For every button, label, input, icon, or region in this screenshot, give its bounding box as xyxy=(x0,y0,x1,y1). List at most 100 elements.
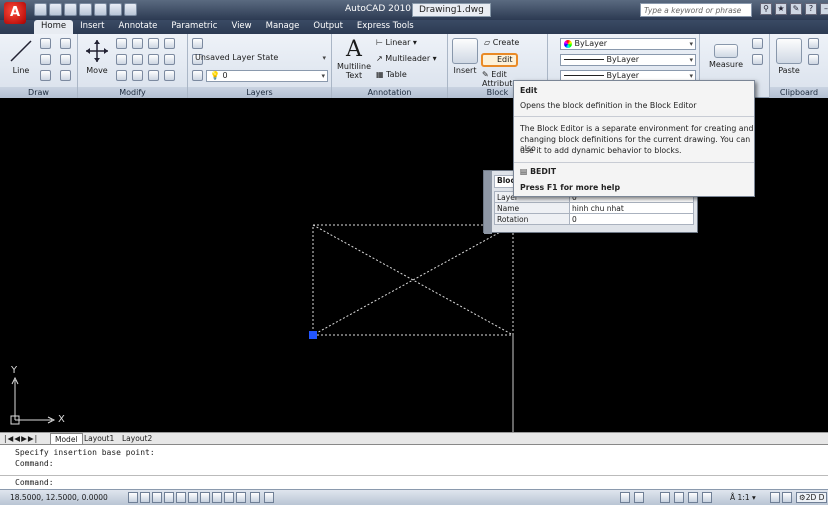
tab-navigation-icons[interactable]: |◀◀▶▶| xyxy=(4,434,38,443)
osnap-icon[interactable] xyxy=(176,492,186,503)
array-icon[interactable] xyxy=(132,70,143,81)
copy-clip-icon[interactable] xyxy=(808,54,819,65)
layer-combo[interactable]: 💡 0 ▾ xyxy=(206,70,328,82)
pan-icon[interactable] xyxy=(660,492,670,503)
measure-button[interactable]: Measure xyxy=(706,38,746,69)
fillet-icon[interactable] xyxy=(132,54,143,65)
layout-icon[interactable] xyxy=(264,492,274,503)
scale-icon[interactable] xyxy=(164,54,175,65)
application-menu-button[interactable]: A xyxy=(4,2,26,24)
model-icon[interactable] xyxy=(250,492,260,503)
dyn-icon[interactable] xyxy=(212,492,222,503)
explode-icon[interactable] xyxy=(164,70,175,81)
extend-icon[interactable] xyxy=(164,38,175,49)
trim-icon[interactable] xyxy=(148,38,159,49)
tab-annotate[interactable]: Annotate xyxy=(112,20,165,34)
snap-icon[interactable] xyxy=(128,492,138,503)
qat-dropdown-icon[interactable] xyxy=(124,3,137,16)
color-combo[interactable]: ByLayer ▾ xyxy=(560,38,696,50)
tab-parametric[interactable]: Parametric xyxy=(164,20,224,34)
tab-layout2[interactable]: Layout2 xyxy=(122,434,152,443)
showmotion-icon[interactable] xyxy=(702,492,712,503)
tools-icon[interactable]: ✎ xyxy=(790,3,802,15)
binoculars-icon[interactable]: ⚲ xyxy=(760,3,772,15)
paste-button[interactable]: Paste xyxy=(774,38,804,75)
annotation-visibility-icon[interactable] xyxy=(770,492,780,503)
redo-icon[interactable] xyxy=(94,3,107,16)
polyline-icon[interactable] xyxy=(40,38,51,49)
stretch-icon[interactable] xyxy=(148,54,159,65)
auto-scale-icon[interactable] xyxy=(782,492,792,503)
grid-icon[interactable] xyxy=(140,492,150,503)
layer-properties-icon[interactable] xyxy=(192,38,203,49)
mirror-icon[interactable] xyxy=(116,54,127,65)
layer-state-combo[interactable]: Unsaved Layer State ▾ xyxy=(190,53,328,65)
subscription-icon[interactable]: ★ xyxy=(775,3,787,15)
property-value[interactable]: 0 xyxy=(569,213,694,225)
tab-layout1[interactable]: Layout1 xyxy=(84,434,114,443)
zoom-icon[interactable] xyxy=(674,492,684,503)
arc-icon[interactable] xyxy=(60,38,71,49)
workspace-switch[interactable]: ⚙2D D xyxy=(796,492,828,503)
property-value[interactable]: hinh chu nhat xyxy=(569,202,694,214)
steeringwheel-icon[interactable] xyxy=(688,492,698,503)
block-reference[interactable] xyxy=(312,224,514,336)
new-icon[interactable] xyxy=(34,3,47,16)
ortho-icon[interactable] xyxy=(152,492,162,503)
edit-block-button[interactable]: Edit xyxy=(481,53,518,67)
ellipse-icon[interactable] xyxy=(40,70,51,81)
rotate-icon[interactable] xyxy=(132,38,143,49)
quick-view-icon[interactable] xyxy=(634,492,644,503)
circle-icon[interactable] xyxy=(40,54,51,65)
tab-output[interactable]: Output xyxy=(306,20,350,34)
minimize-icon[interactable]: – xyxy=(820,3,828,15)
multileader-button[interactable]: ↗ Multileader ▾ xyxy=(376,54,437,63)
lineweight-icon[interactable] xyxy=(224,492,234,503)
move-button[interactable]: Move xyxy=(82,38,112,75)
command-prompt[interactable]: Command: xyxy=(15,478,54,487)
open-icon[interactable] xyxy=(49,3,62,16)
cut-icon[interactable] xyxy=(808,38,819,49)
hatch-icon[interactable] xyxy=(60,70,71,81)
layer-freeze-icon[interactable] xyxy=(192,70,203,81)
create-block-button[interactable]: ▱ Create xyxy=(484,38,519,47)
clipboard-panel-label[interactable]: Clipboard xyxy=(770,87,828,98)
tab-express-tools[interactable]: Express Tools xyxy=(350,20,421,34)
insertion-grip[interactable] xyxy=(309,331,317,339)
coordinates-readout[interactable]: 18.5000, 12.5000, 0.0000 xyxy=(10,493,108,502)
insert-block-icon xyxy=(452,38,478,64)
calculator-icon[interactable] xyxy=(752,54,763,65)
command-window[interactable]: Specify insertion base point: Command: C… xyxy=(0,444,828,489)
annotation-scale[interactable]: Å 1:1 ▾ xyxy=(730,493,756,502)
line-button[interactable]: Line xyxy=(6,38,36,75)
tab-insert[interactable]: Insert xyxy=(73,20,111,34)
otrack-icon[interactable] xyxy=(188,492,198,503)
palette-grip[interactable] xyxy=(484,171,492,234)
tab-view[interactable]: View xyxy=(224,20,258,34)
quick-select-icon[interactable] xyxy=(752,38,763,49)
table-button[interactable]: ▦ Table xyxy=(376,70,407,79)
insert-button[interactable]: Insert xyxy=(450,38,480,75)
plot-icon[interactable] xyxy=(109,3,122,16)
polar-icon[interactable] xyxy=(164,492,174,503)
ducs-icon[interactable] xyxy=(200,492,210,503)
offset-icon[interactable] xyxy=(148,70,159,81)
modify-panel-label[interactable]: Modify xyxy=(78,87,187,98)
erase-icon[interactable] xyxy=(116,70,127,81)
linear-dimension-button[interactable]: ⊢ Linear ▾ xyxy=(376,38,417,47)
search-input[interactable]: Type a keyword or phrase xyxy=(640,3,752,17)
undo-icon[interactable] xyxy=(79,3,92,16)
rectangle-icon[interactable] xyxy=(60,54,71,65)
layers-panel-label[interactable]: Layers xyxy=(188,87,331,98)
copy-icon[interactable] xyxy=(116,38,127,49)
multiline-text-button[interactable]: A Multiline Text xyxy=(336,38,372,81)
help-icon[interactable]: ? xyxy=(805,3,817,15)
tab-manage[interactable]: Manage xyxy=(259,20,307,34)
quick-properties-icon[interactable] xyxy=(236,492,246,503)
tab-home[interactable]: Home xyxy=(34,20,74,34)
save-icon[interactable] xyxy=(64,3,77,16)
model-space-icon[interactable] xyxy=(620,492,630,503)
linetype-combo[interactable]: ByLayer ▾ xyxy=(560,54,696,66)
draw-panel-label[interactable]: Draw xyxy=(0,87,77,98)
annotation-panel-label[interactable]: Annotation xyxy=(332,87,447,98)
